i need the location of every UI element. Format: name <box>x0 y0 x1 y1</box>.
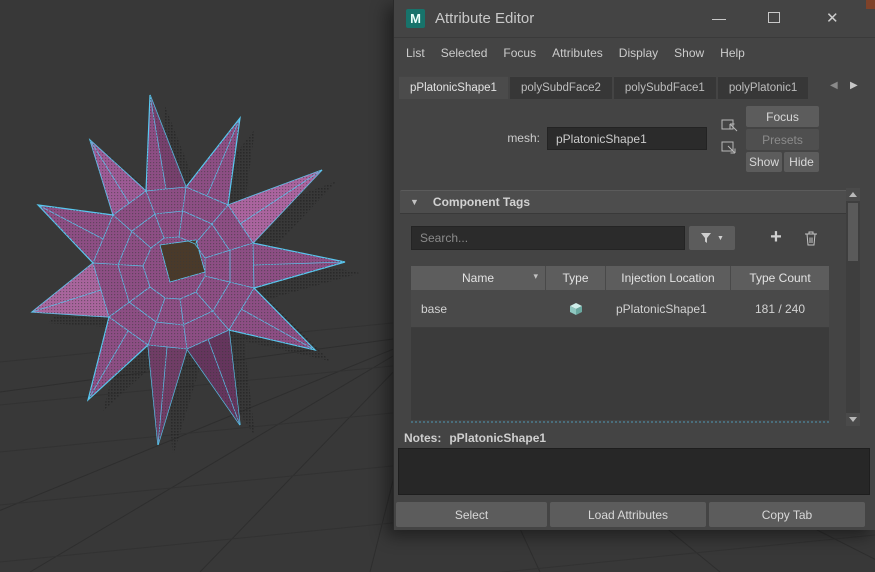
tabstrip: pPlatonicShape1 polySubdFace2 polySubdFa… <box>399 76 809 99</box>
column-header-type-count[interactable]: Type Count <box>731 266 829 290</box>
menu-display[interactable]: Display <box>619 46 658 60</box>
show-button[interactable]: Show <box>746 152 782 172</box>
focus-button[interactable]: Focus <box>746 106 819 127</box>
column-header-type[interactable]: Type <box>546 266 606 290</box>
component-tags-table: Name ▾ Type Injection Location Type Coun… <box>411 266 829 420</box>
tag-type-cell <box>546 290 606 327</box>
popout-attributes-icon[interactable] <box>718 139 740 157</box>
maya-app-icon: M <box>406 9 425 28</box>
mesh-name-input[interactable] <box>547 127 707 150</box>
background-window-sliver <box>866 0 875 9</box>
table-empty-area <box>411 328 829 420</box>
sort-icon: ▾ <box>533 271 538 281</box>
filter-button[interactable]: ▼ <box>689 226 735 250</box>
tab-scroll-right-icon[interactable]: ▶ <box>850 80 858 91</box>
menu-attributes[interactable]: Attributes <box>552 46 603 60</box>
name-header-label: Name <box>461 271 494 285</box>
mesh-label: mesh: <box>507 131 540 145</box>
attribute-editor-window: M Attribute Editor ✕ List Selected Focus… <box>393 0 875 530</box>
menu-list[interactable]: List <box>406 46 425 60</box>
select-button[interactable]: Select <box>396 502 547 527</box>
table-row[interactable]: base pPlatonicShape1 181 / 240 <box>411 290 829 328</box>
tag-injection-location-cell: pPlatonicShape1 <box>616 301 707 316</box>
copy-tab-button[interactable]: Copy Tab <box>709 502 865 527</box>
maximize-icon[interactable] <box>768 12 780 23</box>
table-header-row: Name ▾ Type Injection Location Type Coun… <box>411 266 829 290</box>
tag-name-cell: base <box>421 301 448 316</box>
search-input[interactable] <box>411 226 685 250</box>
filter-caret-icon: ▼ <box>717 234 724 242</box>
filter-funnel-icon <box>701 233 712 243</box>
scroll-up-button[interactable] <box>846 188 860 201</box>
collapse-triangle-icon[interactable]: ▼ <box>410 197 419 207</box>
viewport-object[interactable] <box>30 94 360 456</box>
component-tags-header[interactable]: ▼ Component Tags <box>400 190 848 214</box>
menu-show[interactable]: Show <box>674 46 704 60</box>
notes-label: Notes: <box>404 431 442 445</box>
notes-header: Notes: pPlatonicShape1 <box>404 431 546 445</box>
tab-pplatonicshape1[interactable]: pPlatonicShape1 <box>399 76 508 99</box>
popout-out-icon <box>721 141 736 154</box>
scrollbar-thumb[interactable] <box>848 203 858 261</box>
menu-help[interactable]: Help <box>720 46 745 60</box>
pin-attributes-icon[interactable] <box>718 116 740 134</box>
tab-polysubdface2[interactable]: polySubdFace2 <box>509 76 612 99</box>
scroll-down-button[interactable] <box>846 413 860 426</box>
load-attributes-button[interactable]: Load Attributes <box>550 502 706 527</box>
tab-scroll-left-icon[interactable]: ◀ <box>830 80 838 91</box>
menubar: List Selected Focus Attributes Display S… <box>394 40 875 66</box>
add-tag-button[interactable]: + <box>763 224 789 250</box>
splitter-dotted-handle[interactable] <box>411 421 829 423</box>
column-header-injection-location[interactable]: Injection Location <box>606 266 731 290</box>
menu-focus[interactable]: Focus <box>503 46 536 60</box>
close-icon[interactable]: ✕ <box>826 9 839 27</box>
tab-polyplatonic1[interactable]: polyPlatonic1 <box>717 76 809 99</box>
window-title: Attribute Editor <box>435 10 535 27</box>
column-header-name[interactable]: Name ▾ <box>411 266 546 290</box>
delete-tag-button[interactable] <box>799 226 823 250</box>
vertical-scrollbar[interactable] <box>846 188 860 426</box>
component-tags-title: Component Tags <box>432 195 531 209</box>
minimize-icon[interactable] <box>712 19 726 20</box>
tag-type-count-cell: 181 / 240 <box>754 301 806 316</box>
popout-in-icon <box>721 119 738 132</box>
notes-node-name: pPlatonicShape1 <box>449 431 547 445</box>
scroll-up-icon <box>849 192 857 197</box>
mesh-cube-icon <box>570 302 582 315</box>
tab-polysubdface1[interactable]: polySubdFace1 <box>613 76 716 99</box>
notes-textarea[interactable] <box>398 448 870 495</box>
window-titlebar[interactable]: M Attribute Editor ✕ <box>394 0 875 38</box>
presets-button[interactable]: Presets <box>746 129 819 150</box>
scroll-down-icon <box>849 417 857 422</box>
trash-icon <box>805 231 817 246</box>
menu-selected[interactable]: Selected <box>441 46 488 60</box>
hide-button[interactable]: Hide <box>784 152 819 172</box>
